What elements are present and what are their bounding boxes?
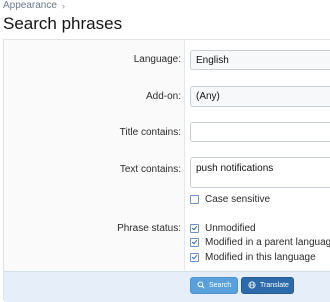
case-sensitive-checkbox[interactable]: Case sensitive <box>190 194 270 205</box>
phrase-status-label: Phrase status: <box>117 223 181 234</box>
modified-this-box[interactable] <box>190 253 199 262</box>
chevron-right-icon: › <box>61 0 65 11</box>
title-contains-label: Title contains: <box>119 127 181 138</box>
title-contains-input[interactable] <box>190 122 330 142</box>
unmodified-label: Unmodified <box>205 223 256 234</box>
modified-this-label: Modified in this language <box>205 252 316 263</box>
text-contains-value: push notifications <box>196 163 274 174</box>
translate-button[interactable]: Translate <box>241 277 294 294</box>
globe-icon <box>248 280 256 291</box>
addon-select[interactable]: (Any) <box>190 86 330 107</box>
breadcrumb-item-appearance[interactable]: Appearance <box>3 0 57 11</box>
text-contains-label: Text contains: <box>119 164 181 175</box>
unmodified-box[interactable] <box>190 224 199 233</box>
page-title: Search phrases <box>3 14 123 33</box>
search-form: Language: English Add-on: (Any) Title co… <box>3 39 330 302</box>
modified-parent-checkbox[interactable]: Modified in a parent language <box>190 237 330 248</box>
addon-value: (Any) <box>196 91 220 102</box>
case-sensitive-label: Case sensitive <box>205 194 271 205</box>
search-button-label: Search <box>209 282 232 289</box>
breadcrumb: Appearance › <box>3 0 65 11</box>
search-button[interactable]: Search <box>190 277 238 294</box>
language-select[interactable]: English <box>190 50 330 70</box>
modified-parent-label: Modified in a parent language <box>205 237 330 248</box>
language-value: English <box>196 54 229 66</box>
language-label: Language: <box>133 54 181 65</box>
unmodified-checkbox[interactable]: Unmodified <box>190 223 256 234</box>
modified-parent-box[interactable] <box>190 238 199 247</box>
search-icon <box>197 281 205 291</box>
form-controls-pane <box>184 40 330 270</box>
text-contains-textarea[interactable]: push notifications <box>190 157 330 188</box>
form-footer: Search Translate <box>4 271 330 302</box>
modified-this-checkbox[interactable]: Modified in this language <box>190 252 316 263</box>
case-sensitive-box[interactable] <box>190 195 199 204</box>
addon-label: Add-on: <box>145 91 181 102</box>
translate-button-label: Translate <box>260 282 289 289</box>
